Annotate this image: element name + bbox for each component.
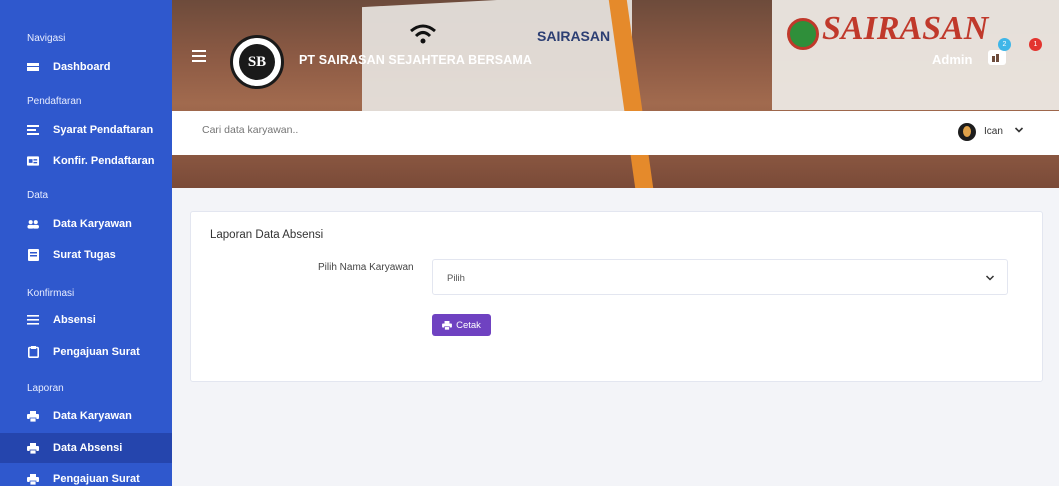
employee-select[interactable]: Pilih: [432, 259, 1008, 295]
sidebar-item-label: Data Karyawan: [53, 218, 132, 230]
list-lines-icon: [27, 314, 39, 326]
company-logo-mark: SB: [239, 44, 275, 80]
chevron-down-icon: [985, 275, 995, 281]
banner-photo: SAIRASAN SAIRASAN: [172, 0, 1059, 188]
sidebar-heading-laporan: Laporan: [27, 383, 64, 394]
menu-toggle-button[interactable]: [192, 50, 206, 62]
notification-count-badge: 2: [998, 38, 1011, 51]
sidebar-item-label: Data Karyawan: [53, 410, 132, 422]
print-button[interactable]: Cetak: [432, 314, 491, 336]
admin-label[interactable]: Admin: [932, 52, 972, 67]
sidebar-heading-navigasi: Navigasi: [27, 33, 66, 44]
sidebar-heading-pendaftaran: Pendaftaran: [27, 96, 82, 107]
chevron-down-icon[interactable]: [1014, 125, 1024, 135]
banner-sign-left-text: SAIRASAN: [537, 28, 611, 44]
search-bar: Ican: [172, 111, 1059, 155]
employee-select-label: Pilih Nama Karyawan: [318, 262, 414, 273]
sidebar-item-konfir-pendaftaran[interactable]: Konfir. Pendaftaran: [0, 146, 172, 176]
sidebar-item-label: Syarat Pendaftaran: [53, 124, 154, 136]
sidebar-item-label: Data Absensi: [53, 442, 123, 454]
sidebar-item-absensi[interactable]: Absensi: [0, 305, 172, 335]
sidebar: Navigasi Dashboard Pendaftaran Syarat Pe…: [0, 0, 172, 486]
sidebar-item-label: Pengajuan Surat: [53, 473, 140, 485]
user-name[interactable]: Ican: [984, 126, 1003, 137]
header-banner: SAIRASAN SAIRASAN SB PT SAIRASAN SEJAHTE…: [172, 0, 1059, 188]
sidebar-item-dashboard[interactable]: Dashboard: [0, 52, 172, 82]
clipboard-icon: [27, 346, 39, 358]
company-name: PT SAIRASAN SEJAHTERA BERSAMA: [299, 53, 533, 67]
sidebar-heading-data: Data: [27, 190, 49, 201]
user-avatar[interactable]: [958, 123, 976, 141]
sidebar-item-label: Absensi: [53, 314, 96, 326]
sidebar-item-laporan-data-karyawan[interactable]: Data Karyawan: [0, 401, 172, 431]
print-icon: [27, 473, 39, 485]
document-icon: [27, 249, 39, 261]
list-icon: [27, 124, 39, 136]
sidebar-item-laporan-data-absensi[interactable]: Data Absensi: [0, 433, 172, 463]
card-title: Laporan Data Absensi: [210, 229, 324, 241]
alert-count-badge[interactable]: 1: [1029, 38, 1042, 51]
report-card: Laporan Data Absensi Pilih Nama Karyawan…: [190, 211, 1043, 382]
print-button-label: Cetak: [456, 319, 481, 331]
sidebar-heading-konfirmasi: Konfirmasi: [27, 288, 75, 299]
sidebar-item-label: Konfir. Pendaftaran: [53, 155, 155, 167]
employee-select-value: Pilih: [447, 273, 465, 284]
banner-sign-right-text: SAIRASAN: [822, 10, 989, 47]
users-icon: [27, 218, 39, 230]
sidebar-item-laporan-pengajuan-surat[interactable]: Pengajuan Surat: [0, 464, 172, 486]
banner-emblem: [787, 18, 819, 50]
dashboard-icon: [27, 61, 39, 73]
sidebar-item-surat-tugas[interactable]: Surat Tugas: [0, 240, 172, 270]
sidebar-item-pengajuan-surat[interactable]: Pengajuan Surat: [0, 337, 172, 367]
wifi-icon: [410, 24, 436, 44]
sidebar-item-label: Dashboard: [53, 61, 111, 73]
print-icon: [442, 320, 452, 330]
sidebar-item-syarat-pendaftaran[interactable]: Syarat Pendaftaran: [0, 115, 172, 145]
sidebar-item-label: Pengajuan Surat: [53, 346, 140, 358]
print-icon: [27, 442, 39, 454]
company-logo: SB: [230, 35, 284, 89]
id-card-icon: [27, 155, 39, 167]
print-icon: [27, 410, 39, 422]
sidebar-item-label: Surat Tugas: [53, 249, 116, 261]
search-input[interactable]: [202, 124, 602, 136]
sidebar-item-data-karyawan[interactable]: Data Karyawan: [0, 209, 172, 239]
